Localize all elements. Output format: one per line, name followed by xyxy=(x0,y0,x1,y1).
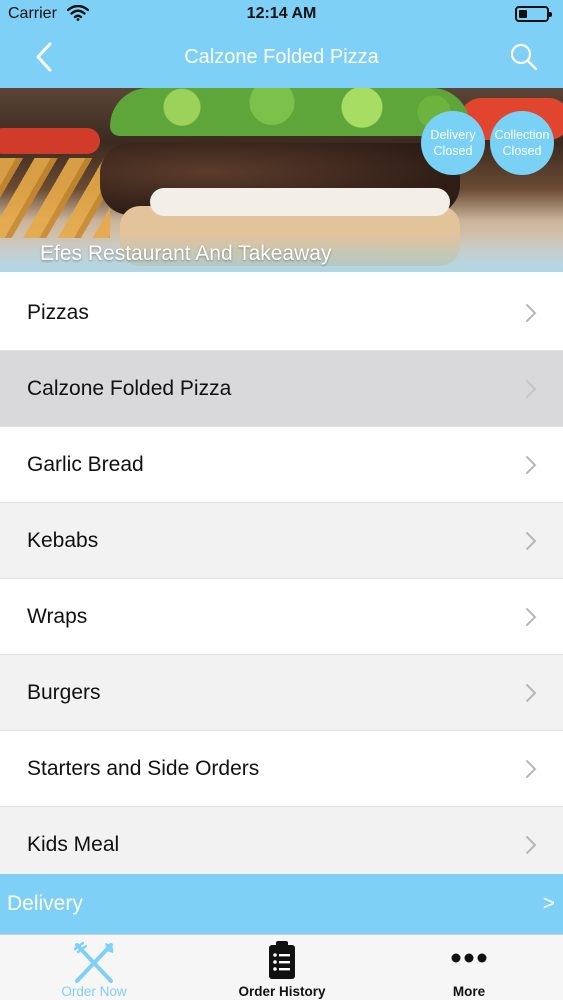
category-row-starters-and-side-orders[interactable]: Starters and Side Orders xyxy=(0,731,563,807)
category-row-calzone-folded-pizza[interactable]: Calzone Folded Pizza xyxy=(0,351,563,427)
delivery-arrow-icon: > xyxy=(542,892,555,915)
tab-order-history[interactable]: Order History xyxy=(188,935,376,1000)
tab-bar: Order Now Order History More xyxy=(0,934,563,1000)
top-bar: Carrier 12:14 AM Calzone Folded Pizza xyxy=(0,0,563,88)
category-row-burgers[interactable]: Burgers xyxy=(0,655,563,731)
restaurant-banner: Efes Restaurant And Takeaway xyxy=(0,88,563,272)
tab-label: Order Now xyxy=(61,984,127,999)
category-list: Pizzas Calzone Folded Pizza Garlic Bread… xyxy=(0,275,563,883)
status-time: 12:14 AM xyxy=(246,5,317,22)
search-icon[interactable] xyxy=(509,42,539,72)
category-label: Pizzas xyxy=(27,301,89,324)
delivery-mode-bar[interactable]: Delivery > xyxy=(0,874,563,934)
delivery-status-badge: Delivery Closed xyxy=(421,111,485,175)
category-label: Starters and Side Orders xyxy=(27,757,260,780)
chevron-right-icon xyxy=(526,684,537,702)
banner-image-sauce xyxy=(150,188,450,216)
clipboard-list-icon xyxy=(267,939,297,986)
category-label: Wraps xyxy=(27,605,88,628)
restaurant-name: Efes Restaurant And Takeaway xyxy=(40,242,332,265)
more-dots-icon xyxy=(451,951,487,969)
category-row-wraps[interactable]: Wraps xyxy=(0,579,563,655)
category-label: Calzone Folded Pizza xyxy=(27,377,232,400)
chevron-right-icon xyxy=(526,532,537,550)
tab-order-now[interactable]: Order Now xyxy=(0,935,188,1000)
category-row-kebabs[interactable]: Kebabs xyxy=(0,503,563,579)
category-label: Kids Meal xyxy=(27,833,120,856)
tab-label: More xyxy=(452,984,486,999)
fork-knife-icon xyxy=(71,939,117,990)
status-bar: Carrier 12:14 AM xyxy=(0,0,563,30)
battery-icon xyxy=(515,6,552,22)
category-label: Kebabs xyxy=(27,529,99,552)
category-row-pizzas[interactable]: Pizzas xyxy=(0,275,563,351)
chevron-right-icon xyxy=(526,836,537,854)
page-title: Calzone Folded Pizza xyxy=(184,46,379,68)
banner-image-lettuce xyxy=(110,88,470,136)
tab-more[interactable]: More xyxy=(375,935,563,1000)
category-row-garlic-bread[interactable]: Garlic Bread xyxy=(0,427,563,503)
category-label: Burgers xyxy=(27,681,101,704)
chevron-right-icon xyxy=(526,304,537,322)
tab-label: Order History xyxy=(238,984,326,999)
delivery-mode-label: Delivery xyxy=(7,892,83,915)
navigation-bar: Calzone Folded Pizza xyxy=(0,30,563,88)
chevron-right-icon xyxy=(526,760,537,778)
collection-status-badge: Collection Closed xyxy=(490,111,554,175)
chevron-right-icon xyxy=(526,456,537,474)
chevron-right-icon xyxy=(526,608,537,626)
chevron-right-icon xyxy=(526,380,537,398)
category-label: Garlic Bread xyxy=(27,453,144,476)
category-row-kids-meal[interactable]: Kids Meal xyxy=(0,807,563,883)
banner-image-tomato-left xyxy=(0,128,100,154)
banner-image-fries xyxy=(0,158,110,238)
